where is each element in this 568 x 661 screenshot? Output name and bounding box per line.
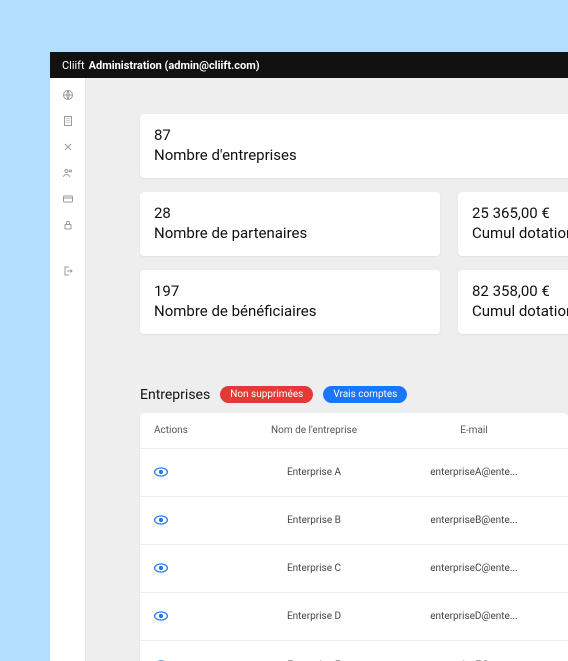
body: 87 Nombre d'entreprises 28 Nombre de par… xyxy=(50,78,568,661)
cell-name: Enterprise B xyxy=(234,515,394,526)
topbar: Cliift Administration (admin@cliift.com) xyxy=(50,52,568,78)
table-header: Entreprises Non supprimées Vrais comptes xyxy=(140,386,568,403)
cell-name: Enterprise D xyxy=(234,611,394,622)
cell-email: enterpriseC@ente... xyxy=(394,563,554,574)
logout-icon[interactable] xyxy=(61,264,75,278)
stat-value: 25 365,00 € xyxy=(472,204,568,222)
cell-email: enterpriseD@ente... xyxy=(394,611,554,622)
sidebar xyxy=(50,78,86,661)
cell-name: Enterprise A xyxy=(234,467,394,478)
table-head: Actions Nom de l'entreprise E-mail Préno… xyxy=(140,413,568,449)
cell-actions xyxy=(154,609,234,624)
view-icon[interactable] xyxy=(154,513,168,527)
tools-icon[interactable] xyxy=(61,140,75,154)
stat-card-partner-dotation: 25 365,00 € Cumul dotations part xyxy=(458,192,568,256)
stat-label: Cumul dotations part xyxy=(472,224,568,242)
stat-card-partners: 28 Nombre de partenaires xyxy=(140,192,440,256)
cell-actions xyxy=(154,513,234,528)
table-row: Enterprise D enterpriseD@ente... Zack xyxy=(140,593,568,641)
view-icon[interactable] xyxy=(154,609,168,623)
col-actions: Actions xyxy=(154,425,234,436)
table-row: Enterprise A enterpriseA@ente... John xyxy=(140,449,568,497)
stat-value: 82 358,00 € xyxy=(472,282,568,300)
app-frame: Cliift Administration (admin@cliift.com)… xyxy=(50,52,568,661)
cell-email: enterpriseB@ente... xyxy=(394,515,554,526)
stat-value: 87 xyxy=(154,126,568,144)
cell-name: Enterprise C xyxy=(234,563,394,574)
users-icon[interactable] xyxy=(61,166,75,180)
filter-not-deleted[interactable]: Non supprimées xyxy=(220,386,313,403)
stat-card-benef-dotation: 82 358,00 € Cumul dotations bén xyxy=(458,270,568,334)
table-row: Enterprise C enterpriseC@ente... Jean xyxy=(140,545,568,593)
stat-value: 28 xyxy=(154,204,426,222)
cell-firstname: Zack xyxy=(554,611,568,622)
main-content: 87 Nombre d'entreprises 28 Nombre de par… xyxy=(86,78,568,661)
table-row: Enterprise E enterpriseE@ente... Mary xyxy=(140,641,568,661)
view-icon[interactable] xyxy=(154,561,168,575)
cell-actions xyxy=(154,465,234,480)
stat-card-enterprises: 87 Nombre d'entreprises xyxy=(140,114,568,178)
stat-label: Cumul dotations bén xyxy=(472,302,568,320)
topbar-title: Administration (admin@cliift.com) xyxy=(89,59,260,72)
stat-label: Nombre de bénéficiaires xyxy=(154,302,426,320)
stat-label: Nombre d'entreprises xyxy=(154,146,568,164)
brand-name: Cliift xyxy=(62,59,85,72)
cell-firstname: John xyxy=(554,467,568,478)
building-icon[interactable] xyxy=(61,114,75,128)
filter-real-accounts[interactable]: Vrais comptes xyxy=(323,386,407,403)
lock-icon[interactable] xyxy=(61,218,75,232)
view-icon[interactable] xyxy=(154,658,168,661)
globe-icon[interactable] xyxy=(61,88,75,102)
table-title: Entreprises xyxy=(140,387,210,403)
view-icon[interactable] xyxy=(154,465,168,479)
cell-email: enterpriseA@ente... xyxy=(394,467,554,478)
stat-label: Nombre de partenaires xyxy=(154,224,426,242)
stat-value: 197 xyxy=(154,282,426,300)
cell-firstname: Michel xyxy=(554,515,568,526)
card-icon[interactable] xyxy=(61,192,75,206)
cell-firstname: Jean xyxy=(554,563,568,574)
cell-actions xyxy=(154,561,234,576)
enterprises-table: Actions Nom de l'entreprise E-mail Préno… xyxy=(140,413,568,661)
col-name: Nom de l'entreprise xyxy=(234,425,394,436)
stat-card-beneficiaries: 197 Nombre de bénéficiaires xyxy=(140,270,440,334)
table-row: Enterprise B enterpriseB@ente... Michel xyxy=(140,497,568,545)
cell-actions xyxy=(154,658,234,661)
col-firstname: Prénom xyxy=(554,425,568,436)
col-email: E-mail xyxy=(394,425,554,436)
